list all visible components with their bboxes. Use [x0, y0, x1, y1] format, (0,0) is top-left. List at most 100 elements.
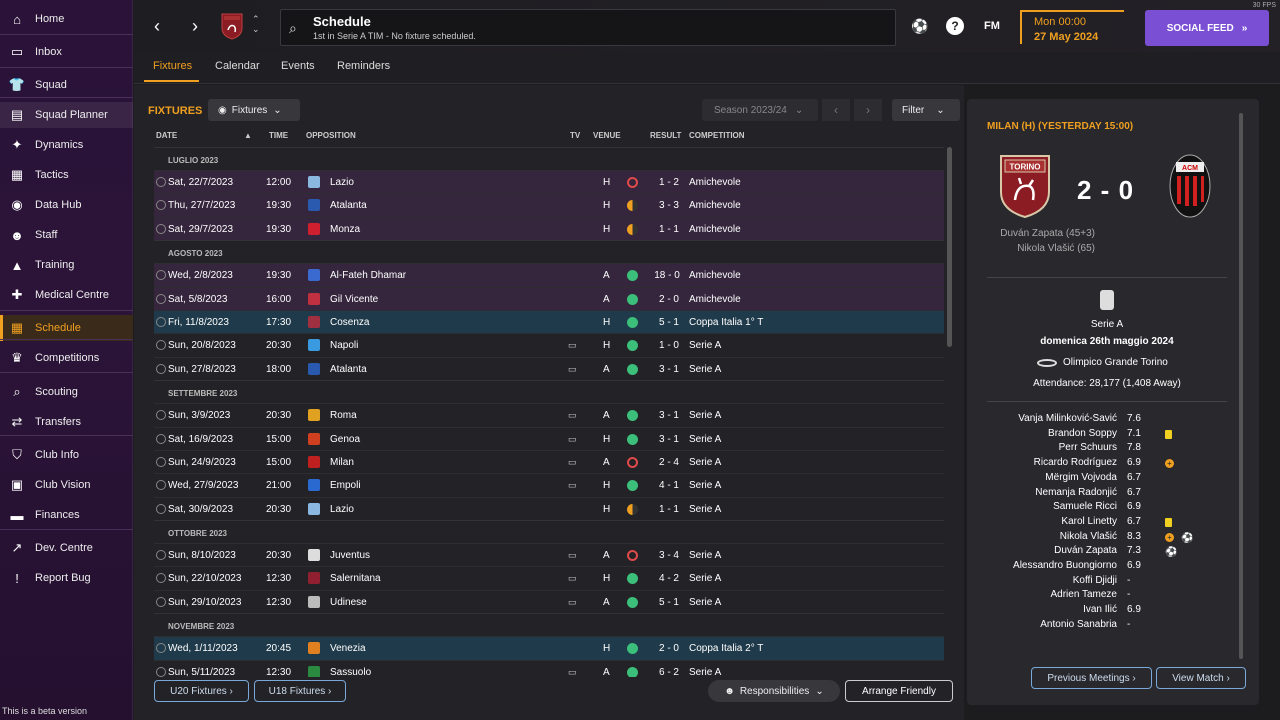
- fixture-row[interactable]: Sat, 22/7/2023 12:00 Lazio H 1 - 2 Amichevole: [154, 170, 944, 194]
- fixture-row[interactable]: Sun, 8/10/2023 20:30 Juventus ▭ A 3 - 4 Serie …: [154, 543, 944, 566]
- previous-meetings-button[interactable]: Previous Meetings ›: [1031, 667, 1152, 689]
- col-competition[interactable]: COMPETITION: [689, 131, 745, 140]
- fixture-row[interactable]: Wed, 27/9/2023 21:00 Empoli ▭ H 4 - 1 Serie A: [154, 473, 944, 496]
- player-name[interactable]: Alessandro Buongiorno: [987, 560, 1117, 571]
- tab-events[interactable]: Events: [281, 60, 315, 72]
- fixture-result[interactable]: 1 - 2: [654, 177, 684, 188]
- fixture-result[interactable]: 4 - 2: [654, 573, 684, 584]
- fixture-opposition[interactable]: Empoli: [330, 480, 361, 491]
- fixture-row[interactable]: Sun, 5/11/2023 12:30 Sassuolo ▭ A 6 - 2 Serie …: [154, 659, 944, 677]
- social-feed-button[interactable]: SOCIAL FEED »: [1145, 10, 1269, 46]
- player-name[interactable]: Nikola Vlašić: [987, 531, 1117, 542]
- col-time[interactable]: TIME: [269, 131, 288, 140]
- fixture-row[interactable]: Sat, 29/7/2023 19:30 Monza H 1 - 1 Amichevole: [154, 216, 944, 241]
- fixture-result[interactable]: 3 - 1: [654, 410, 684, 421]
- fixture-row[interactable]: Sat, 30/9/2023 20:30 Lazio H 1 - 1 Serie A: [154, 496, 944, 520]
- player-name[interactable]: Ricardo Rodríguez: [987, 457, 1117, 468]
- sidebar-item-report-bug[interactable]: ! Report Bug: [0, 565, 133, 591]
- col-venue[interactable]: VENUE: [593, 131, 621, 140]
- sidebar-item-schedule[interactable]: ▦ Schedule: [0, 315, 133, 341]
- sidebar-item-club-vision[interactable]: ▣ Club Vision: [0, 472, 133, 498]
- player-name[interactable]: Vanja Milinković-Savić: [987, 413, 1117, 424]
- sidebar-item-squad[interactable]: 👕 Squad: [0, 72, 133, 98]
- tab-fixtures[interactable]: Fixtures: [153, 60, 192, 72]
- sidebar-item-club-info[interactable]: ⛉ Club Info: [0, 442, 133, 468]
- previous-season-button[interactable]: ‹: [822, 99, 850, 121]
- fixture-result[interactable]: 1 - 0: [654, 340, 684, 351]
- fixture-opposition[interactable]: Cosenza: [330, 317, 369, 328]
- view-match-button[interactable]: View Match ›: [1156, 667, 1246, 689]
- fixture-result[interactable]: 5 - 1: [654, 597, 684, 608]
- fixture-opposition[interactable]: Genoa: [330, 434, 360, 445]
- sidebar-item-dev-centre[interactable]: ↗ Dev. Centre: [0, 535, 133, 561]
- world-icon[interactable]: ⚽: [910, 16, 930, 36]
- player-name[interactable]: Adrien Tameze: [987, 589, 1117, 600]
- player-name[interactable]: Karol Linetty: [987, 516, 1117, 527]
- sidebar-item-staff[interactable]: ☻ Staff: [0, 222, 133, 248]
- fixture-row[interactable]: Sun, 3/9/2023 20:30 Roma ▭ A 3 - 1 Serie A: [154, 403, 944, 426]
- fixture-opposition[interactable]: Venezia: [330, 643, 366, 654]
- fixture-opposition[interactable]: Atalanta: [330, 200, 367, 211]
- fixture-result[interactable]: 4 - 1: [654, 480, 684, 491]
- col-tv[interactable]: TV: [570, 131, 580, 140]
- fixture-opposition[interactable]: Udinese: [330, 597, 367, 608]
- fixture-result[interactable]: 3 - 3: [654, 200, 684, 211]
- player-name[interactable]: Ivan Ilić: [987, 604, 1117, 615]
- fixture-result[interactable]: 3 - 4: [654, 550, 684, 561]
- fixture-row[interactable]: Sun, 27/8/2023 18:00 Atalanta ▭ A 3 - 1 Serie …: [154, 356, 944, 380]
- fixture-opposition[interactable]: Gil Vicente: [330, 294, 378, 305]
- fm-menu-icon[interactable]: FM: [980, 16, 1004, 36]
- player-name[interactable]: Antonio Sanabria: [987, 619, 1117, 630]
- fixture-row[interactable]: Sun, 24/9/2023 15:00 Milan ▭ A 2 - 4 Serie A: [154, 449, 944, 473]
- filter-button[interactable]: Filter ⌄: [892, 99, 960, 121]
- fixture-row[interactable]: Wed, 2/8/2023 19:30 Al-Fateh Dhamar A 18 - 0…: [154, 263, 944, 287]
- fixture-result[interactable]: 2 - 0: [654, 294, 684, 305]
- sort-asc-icon[interactable]: ▲: [244, 131, 252, 140]
- player-name[interactable]: Samuele Ricci: [987, 501, 1117, 512]
- player-name[interactable]: Brandon Soppy: [987, 428, 1117, 439]
- fixture-result[interactable]: 2 - 0: [654, 643, 684, 654]
- season-dropdown[interactable]: Season 2023/24 ⌄: [702, 99, 818, 121]
- fixture-result[interactable]: 18 - 0: [652, 270, 682, 281]
- responsibilities-button[interactable]: ☻ Responsibilities ⌄: [708, 680, 840, 702]
- match-title[interactable]: MILAN (H) (YESTERDAY 15:00): [987, 121, 1133, 132]
- tab-reminders[interactable]: Reminders: [337, 60, 390, 72]
- forward-arrow-icon[interactable]: ›: [184, 14, 206, 38]
- col-result[interactable]: RESULT: [650, 131, 681, 140]
- fixture-result[interactable]: 1 - 1: [654, 224, 684, 235]
- sidebar-item-home[interactable]: ⌂ Home: [0, 6, 133, 32]
- club-crest-icon[interactable]: [220, 12, 244, 40]
- sidebar-item-inbox[interactable]: ▭ Inbox: [0, 39, 133, 65]
- fixtures-scrollbar[interactable]: [947, 147, 952, 347]
- sidebar-item-tactics[interactable]: ▦ Tactics: [0, 162, 133, 188]
- next-season-button[interactable]: ›: [854, 99, 882, 121]
- club-switch-icon[interactable]: ⌃ ⌄: [252, 14, 260, 34]
- fixture-opposition[interactable]: Roma: [330, 410, 357, 421]
- fixture-opposition[interactable]: Napoli: [330, 340, 358, 351]
- sidebar-item-finances[interactable]: ▬ Finances: [0, 502, 133, 528]
- fixture-result[interactable]: 3 - 1: [654, 434, 684, 445]
- sidebar-item-squad-planner[interactable]: ▤ Squad Planner: [0, 102, 133, 128]
- help-icon[interactable]: ?: [946, 17, 964, 35]
- tab-calendar[interactable]: Calendar: [215, 60, 260, 72]
- fixture-opposition[interactable]: Lazio: [330, 177, 354, 188]
- panel-scrollbar[interactable]: [1239, 113, 1243, 659]
- fixtures-view-dropdown[interactable]: ◉ Fixtures ⌄: [208, 99, 300, 121]
- sidebar-item-scouting[interactable]: ⌕ Scouting: [0, 379, 133, 405]
- fixture-row[interactable]: Sun, 29/10/2023 12:30 Udinese ▭ A 5 - 1 Serie …: [154, 589, 944, 613]
- fixture-opposition[interactable]: Atalanta: [330, 364, 367, 375]
- u18-fixtures-button[interactable]: U18 Fixtures ›: [254, 680, 346, 702]
- fixture-row[interactable]: Sun, 22/10/2023 12:30 Salernitana ▭ H 4 - 2 Se…: [154, 566, 944, 589]
- player-name[interactable]: Nemanja Radonjić: [987, 487, 1117, 498]
- fixture-opposition[interactable]: Salernitana: [330, 573, 381, 584]
- sidebar-item-training[interactable]: ▲ Training: [0, 252, 133, 278]
- fixture-result[interactable]: 6 - 2: [654, 667, 684, 677]
- fixture-opposition[interactable]: Monza: [330, 224, 360, 235]
- fixture-opposition[interactable]: Al-Fateh Dhamar: [330, 270, 406, 281]
- u20-fixtures-button[interactable]: U20 Fixtures ›: [154, 680, 249, 702]
- fixture-result[interactable]: 1 - 1: [654, 504, 684, 515]
- player-name[interactable]: Perr Schuurs: [987, 442, 1117, 453]
- arrange-friendly-button[interactable]: Arrange Friendly: [845, 680, 953, 702]
- sidebar-item-dynamics[interactable]: ✦ Dynamics: [0, 132, 133, 158]
- fixture-row[interactable]: Fri, 11/8/2023 17:30 Cosenza H 5 - 1 Coppa It…: [154, 309, 944, 334]
